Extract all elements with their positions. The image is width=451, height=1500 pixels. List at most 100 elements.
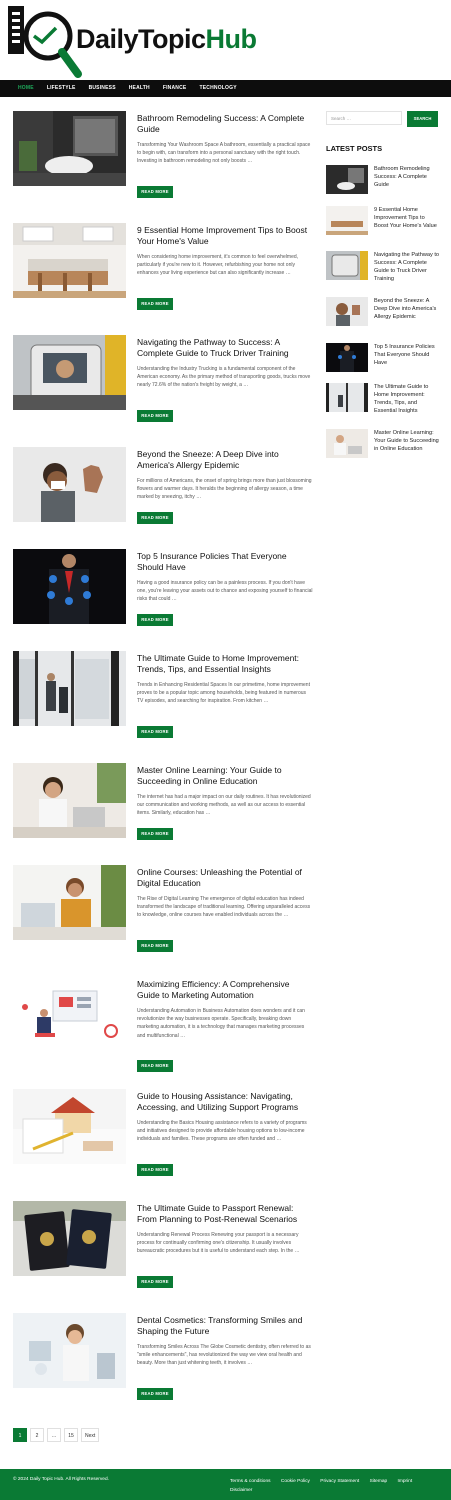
insurance-image (13, 549, 126, 624)
read-more-button[interactable]: READ MORE (137, 1164, 173, 1176)
post-excerpt: Understanding the Industry Trucking is a… (137, 366, 311, 389)
post-title[interactable]: The Ultimate Guide to Passport Renewal: … (137, 1203, 313, 1224)
latest-post-title[interactable]: Bathroom Remodeling Success: A Complete … (374, 165, 440, 189)
latest-post-thumbnail[interactable] (326, 429, 368, 458)
post-title[interactable]: Top 5 Insurance Policies That Everyone S… (137, 551, 313, 572)
post-excerpt: Understanding Renewal Process Renewing y… (137, 1232, 300, 1255)
truck-thumb-image (326, 251, 368, 280)
nav-item-home[interactable]: HOME (18, 80, 34, 97)
footer-link-privacy[interactable]: Privacy Statement (320, 1479, 359, 1484)
renovation-thumb-image (326, 383, 368, 412)
latest-post-item[interactable]: The Ultimate Guide to Home Improvement: … (326, 383, 438, 415)
read-more-button[interactable]: READ MORE (137, 828, 173, 840)
footer-link-disclaimer[interactable]: Disclaimer (230, 1488, 252, 1493)
search-button[interactable]: SEARCH (407, 111, 438, 127)
footer-link-sitemap[interactable]: Sitemap (370, 1479, 388, 1484)
post-excerpt: When considering home improvement, it's … (137, 254, 299, 277)
sneeze-thumb-image (326, 297, 368, 326)
read-more-button[interactable]: READ MORE (137, 614, 173, 626)
read-more-button[interactable]: READ MORE (137, 1060, 173, 1072)
post-thumbnail[interactable] (13, 865, 126, 940)
post-thumbnail[interactable] (13, 549, 126, 624)
online-learning-thumb-image (326, 429, 368, 458)
post-title[interactable]: Maximizing Efficiency: A Comprehensive G… (137, 979, 313, 1000)
read-more-button[interactable]: READ MORE (137, 512, 173, 524)
housing-image (13, 1089, 126, 1164)
read-more-button[interactable]: READ MORE (137, 940, 173, 952)
footer-link-cookie[interactable]: Cookie Policy (281, 1479, 310, 1484)
post-title[interactable]: 9 Essential Home Improvement Tips to Boo… (137, 225, 313, 246)
read-more-button[interactable]: READ MORE (137, 726, 173, 738)
post-title[interactable]: Dental Cosmetics: Transforming Smiles an… (137, 1315, 313, 1336)
page-link-1[interactable]: 1 (13, 1428, 27, 1442)
latest-post-item[interactable]: Master Online Learning: Your Guide to Su… (326, 429, 440, 461)
latest-post-title[interactable]: Master Online Learning: Your Guide to Su… (374, 429, 440, 453)
sneeze-image (13, 447, 126, 522)
kitchen-image (13, 223, 126, 298)
automation-image (13, 977, 126, 1052)
pagination: 1 2 … 15 Next (13, 1428, 102, 1442)
latest-post-item[interactable]: Bathroom Remodeling Success: A Complete … (326, 165, 438, 197)
latest-post-thumbnail[interactable] (326, 206, 368, 235)
latest-post-thumbnail[interactable] (326, 383, 368, 412)
nav-item-lifestyle[interactable]: LIFESTYLE (47, 80, 76, 97)
post-thumbnail[interactable] (13, 1201, 126, 1276)
post-thumbnail[interactable] (13, 651, 126, 726)
kitchen-thumb-image (326, 206, 368, 235)
latest-post-title[interactable]: 9 Essential Home Improvement Tips to Boo… (374, 206, 440, 230)
post-excerpt: The internet has had a major impact on o… (137, 794, 311, 817)
search-input[interactable]: Search … (326, 111, 402, 125)
site-header: DailyTopicHub (0, 0, 451, 80)
post-title[interactable]: The Ultimate Guide to Home Improvement: … (137, 653, 313, 674)
nav-item-technology[interactable]: TECHNOLOGY (199, 80, 236, 97)
post-thumbnail[interactable] (13, 447, 126, 522)
nav-item-health[interactable]: HEALTH (129, 80, 150, 97)
latest-post-title[interactable]: The Ultimate Guide to Home Improvement: … (374, 383, 440, 415)
page-link-2[interactable]: 2 (30, 1428, 44, 1442)
read-more-button[interactable]: READ MORE (137, 410, 173, 422)
read-more-button[interactable]: READ MORE (137, 1276, 173, 1288)
post-title[interactable]: Bathroom Remodeling Success: A Complete … (137, 113, 313, 134)
latest-posts-heading: LATEST POSTS (326, 144, 383, 153)
post-thumbnail[interactable] (13, 1089, 126, 1164)
post-thumbnail[interactable] (13, 111, 126, 186)
page-link-15[interactable]: 15 (64, 1428, 78, 1442)
post-thumbnail[interactable] (13, 1313, 126, 1388)
post-thumbnail[interactable] (13, 763, 126, 838)
post-excerpt: Transforming Your Washroom Space A bathr… (137, 142, 311, 165)
post-title[interactable]: Master Online Learning: Your Guide to Su… (137, 765, 313, 786)
latest-post-thumbnail[interactable] (326, 165, 368, 194)
latest-post-title[interactable]: Top 5 Insurance Policies That Everyone S… (374, 343, 440, 367)
site-logo[interactable]: DailyTopicHub (6, 4, 266, 78)
main-nav: HOME LIFESTYLE BUSINESS HEALTH FINANCE T… (0, 80, 451, 97)
post-title[interactable]: Beyond the Sneeze: A Deep Dive into Amer… (137, 449, 313, 470)
footer-link-imprint[interactable]: Imprint (398, 1479, 413, 1484)
post-title[interactable]: Navigating the Pathway to Success: A Com… (137, 337, 313, 358)
latest-post-item[interactable]: Top 5 Insurance Policies That Everyone S… (326, 343, 438, 375)
footer-link-terms[interactable]: Terms & conditions (230, 1479, 271, 1484)
latest-post-item[interactable]: Beyond the Sneeze: A Deep Dive into Amer… (326, 297, 438, 329)
post-title[interactable]: Guide to Housing Assistance: Navigating,… (137, 1091, 313, 1112)
post-title[interactable]: Online Courses: Unleashing the Potential… (137, 867, 313, 888)
latest-post-title[interactable]: Beyond the Sneeze: A Deep Dive into Amer… (374, 297, 440, 321)
nav-item-finance[interactable]: FINANCE (163, 80, 187, 97)
read-more-button[interactable]: READ MORE (137, 186, 173, 198)
next-page-link[interactable]: Next (81, 1428, 100, 1442)
dental-image (13, 1313, 126, 1388)
latest-post-item[interactable]: 9 Essential Home Improvement Tips to Boo… (326, 206, 438, 238)
latest-post-thumbnail[interactable] (326, 251, 368, 280)
post-excerpt: Trends in Enhancing Residential Spaces I… (137, 682, 310, 705)
bathroom-thumb-image (326, 165, 368, 194)
latest-post-thumbnail[interactable] (326, 297, 368, 326)
post-thumbnail[interactable] (13, 977, 126, 1052)
post-thumbnail[interactable] (13, 335, 126, 410)
renovation-image (13, 651, 126, 726)
read-more-button[interactable]: READ MORE (137, 1388, 173, 1400)
nav-item-business[interactable]: BUSINESS (89, 80, 116, 97)
latest-post-item[interactable]: Navigating the Pathway to Success: A Com… (326, 251, 440, 283)
read-more-button[interactable]: READ MORE (137, 298, 173, 310)
footer-links: Terms & conditions Cookie Policy Privacy… (230, 1477, 440, 1495)
latest-post-title[interactable]: Navigating the Pathway to Success: A Com… (374, 251, 440, 283)
post-thumbnail[interactable] (13, 223, 126, 298)
latest-post-thumbnail[interactable] (326, 343, 368, 372)
